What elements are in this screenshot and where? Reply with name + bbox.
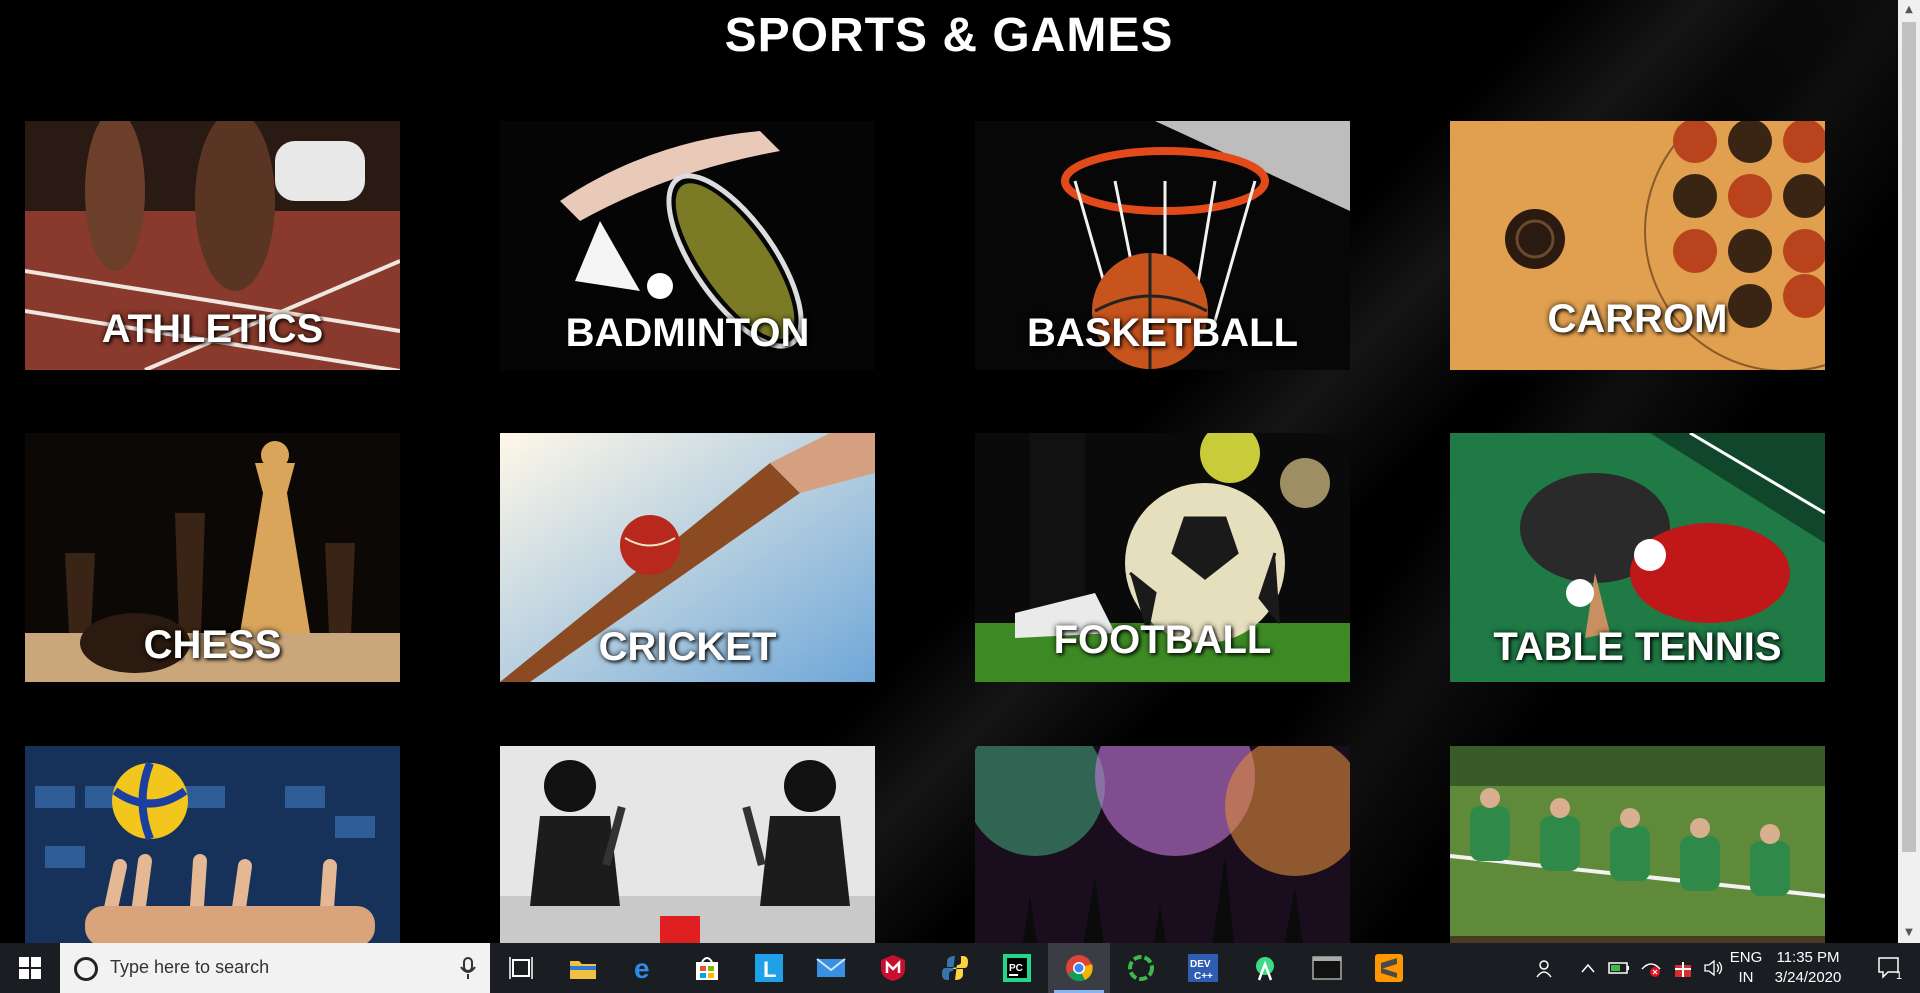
- android-studio-button[interactable]: [1234, 943, 1296, 993]
- terminal-icon: [1312, 956, 1342, 980]
- python-button[interactable]: [924, 943, 986, 993]
- card-badminton[interactable]: BADMINTON: [500, 121, 875, 370]
- file-explorer-button[interactable]: [552, 943, 614, 993]
- card-basketball[interactable]: BASKETBALL: [975, 121, 1350, 370]
- esports-image: [500, 746, 875, 943]
- tug-of-war-image: [1450, 746, 1825, 943]
- start-button[interactable]: [0, 943, 60, 993]
- python-icon: [942, 956, 968, 980]
- page-title: SPORTS & GAMES: [724, 9, 1174, 62]
- people-button[interactable]: [1528, 943, 1564, 993]
- network-tray-icon[interactable]: [1636, 943, 1666, 993]
- svg-text:C++: C++: [1194, 971, 1213, 982]
- scroll-down-arrow-icon[interactable]: ▼: [1898, 923, 1920, 943]
- mail-button[interactable]: [800, 943, 862, 993]
- card-esports[interactable]: [500, 746, 875, 943]
- windows-logo-icon: [19, 957, 41, 979]
- scroll-up-arrow-icon[interactable]: ▲: [1898, 0, 1920, 20]
- battery-icon: [1608, 962, 1629, 974]
- people-icon: [1536, 960, 1552, 978]
- volleyball-image: [25, 746, 400, 943]
- chrome-icon: [1066, 955, 1093, 982]
- folder-icon: [570, 961, 596, 979]
- browser-page: SPORTS & GAMES ATHLETICS BADMINTON BASKE…: [0, 0, 1898, 943]
- taskbar-clock[interactable]: 11:35 PM 3/24/2020: [1758, 948, 1858, 988]
- task-view-button[interactable]: [490, 943, 552, 993]
- notification-count: 1: [1896, 970, 1902, 981]
- card-label: FOOTBALL: [1053, 618, 1272, 662]
- gift-tray-icon[interactable]: [1668, 943, 1698, 993]
- circular-progress-icon: [1128, 955, 1154, 981]
- svg-text:e: e: [634, 954, 650, 982]
- edge-button[interactable]: e: [614, 943, 676, 993]
- microphone-icon[interactable]: [455, 955, 481, 981]
- show-hidden-icons-button[interactable]: [1576, 943, 1600, 993]
- card-label: CARROM: [1547, 297, 1728, 341]
- chevron-up-icon: [1581, 963, 1595, 973]
- sublime-text-icon: [1375, 954, 1403, 982]
- card-football[interactable]: FOOTBALL: [975, 433, 1350, 682]
- vertical-scrollbar[interactable]: ▲ ▼: [1898, 0, 1920, 943]
- card-label: TABLE TENNIS: [1493, 625, 1782, 669]
- card-label: BASKETBALL: [1026, 311, 1299, 355]
- cortana-icon: [74, 957, 98, 981]
- action-center-button[interactable]: 1: [1866, 943, 1916, 993]
- android-studio-icon: [1256, 957, 1274, 981]
- speaker-icon: [1704, 959, 1723, 977]
- clock-time: 11:35 PM: [1776, 949, 1840, 966]
- gift-icon: [1675, 962, 1691, 977]
- dev-cpp-button[interactable]: DEV C++: [1172, 943, 1234, 993]
- task-view-icon: [509, 957, 533, 979]
- l-app-button[interactable]: L: [738, 943, 800, 993]
- card-label: BADMINTON: [565, 311, 810, 355]
- card-label: CHESS: [143, 623, 282, 667]
- card-cricket[interactable]: CRICKET: [500, 433, 875, 682]
- card-label: ATHLETICS: [101, 307, 324, 351]
- card-events[interactable]: [975, 746, 1350, 943]
- windows-taskbar: Type here to search e L PC DEV C++ ENG I…: [0, 943, 1920, 993]
- svg-text:DEV: DEV: [1190, 959, 1211, 970]
- events-image: [975, 746, 1350, 943]
- search-placeholder: Type here to search: [110, 957, 270, 977]
- battery-tray-icon[interactable]: [1604, 943, 1634, 993]
- mcafee-shield-icon: [881, 955, 905, 981]
- svg-text:L: L: [763, 957, 776, 982]
- card-carrom[interactable]: CARROM: [1450, 121, 1825, 370]
- sublime-text-button[interactable]: [1358, 943, 1420, 993]
- taskbar-search-box[interactable]: Type here to search: [60, 943, 490, 993]
- store-bag-icon: [696, 957, 718, 980]
- card-tug-of-war[interactable]: [1450, 746, 1825, 943]
- notification-icon: 1: [1878, 957, 1902, 981]
- edge-browser-icon: e: [634, 954, 650, 982]
- card-label: CRICKET: [598, 625, 777, 669]
- card-table-tennis[interactable]: TABLE TENNIS: [1450, 433, 1825, 682]
- pycharm-button[interactable]: PC: [986, 943, 1048, 993]
- mail-icon: [816, 958, 846, 977]
- terminal-button[interactable]: [1296, 943, 1358, 993]
- pycharm-icon: PC: [1003, 954, 1031, 982]
- mcafee-button[interactable]: [862, 943, 924, 993]
- chrome-button[interactable]: [1048, 943, 1110, 993]
- svg-text:PC: PC: [1009, 963, 1023, 974]
- network-error-icon: [1641, 963, 1661, 977]
- scrollbar-thumb[interactable]: [1902, 22, 1916, 852]
- volume-tray-icon[interactable]: [1700, 943, 1728, 993]
- store-button[interactable]: [676, 943, 738, 993]
- card-athletics[interactable]: ATHLETICS: [25, 121, 400, 370]
- card-chess[interactable]: CHESS: [25, 433, 400, 682]
- card-volleyball[interactable]: [25, 746, 400, 943]
- loading-app-button[interactable]: [1110, 943, 1172, 993]
- clock-date: 3/24/2020: [1774, 969, 1842, 986]
- l-app-icon: L: [755, 954, 783, 982]
- dev-cpp-icon: DEVC++: [1188, 954, 1218, 982]
